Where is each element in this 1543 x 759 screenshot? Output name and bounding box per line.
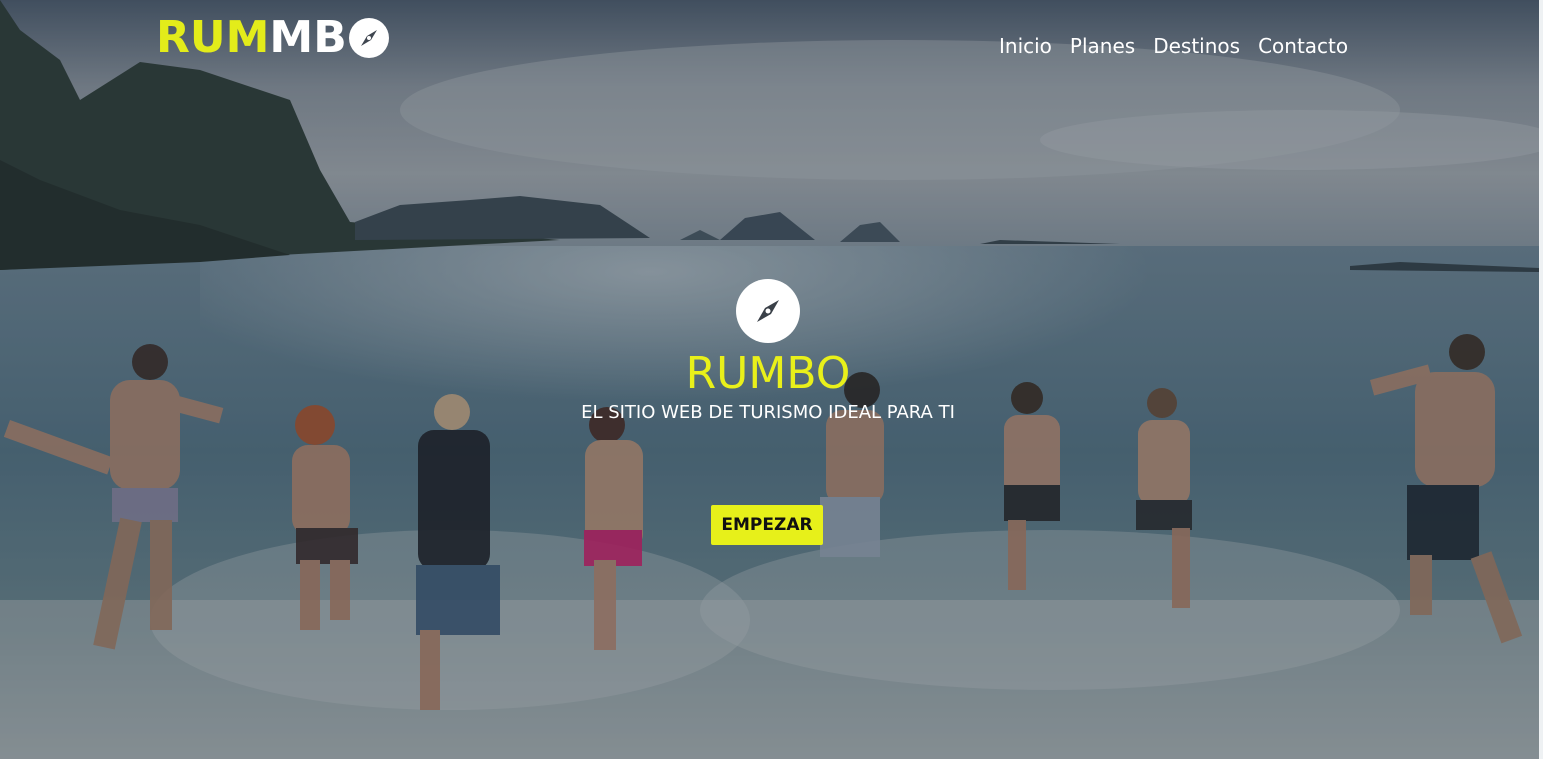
site-logo[interactable]: RUM MB — [156, 14, 389, 62]
hero-subtitle: EL SITIO WEB DE TURISMO IDEAL PARA TI — [581, 402, 955, 423]
compass-icon — [736, 279, 800, 343]
nav-inicio[interactable]: Inicio — [990, 33, 1061, 59]
hero-section: RUM MB Inicio Planes Destinos Contacto R… — [0, 0, 1539, 759]
nav-contacto[interactable]: Contacto — [1249, 33, 1357, 59]
scrollbar[interactable] — [1539, 0, 1543, 759]
main-nav: Inicio Planes Destinos Contacto — [990, 33, 1357, 59]
nav-destinos[interactable]: Destinos — [1144, 33, 1249, 59]
empezar-button[interactable]: EMPEZAR — [711, 505, 823, 545]
logo-text-yellow: RUM — [156, 12, 270, 63]
compass-icon — [348, 18, 389, 58]
hero-title: RUMBO — [685, 348, 851, 399]
nav-planes[interactable]: Planes — [1061, 33, 1144, 59]
logo-text-white: MB — [269, 12, 347, 63]
